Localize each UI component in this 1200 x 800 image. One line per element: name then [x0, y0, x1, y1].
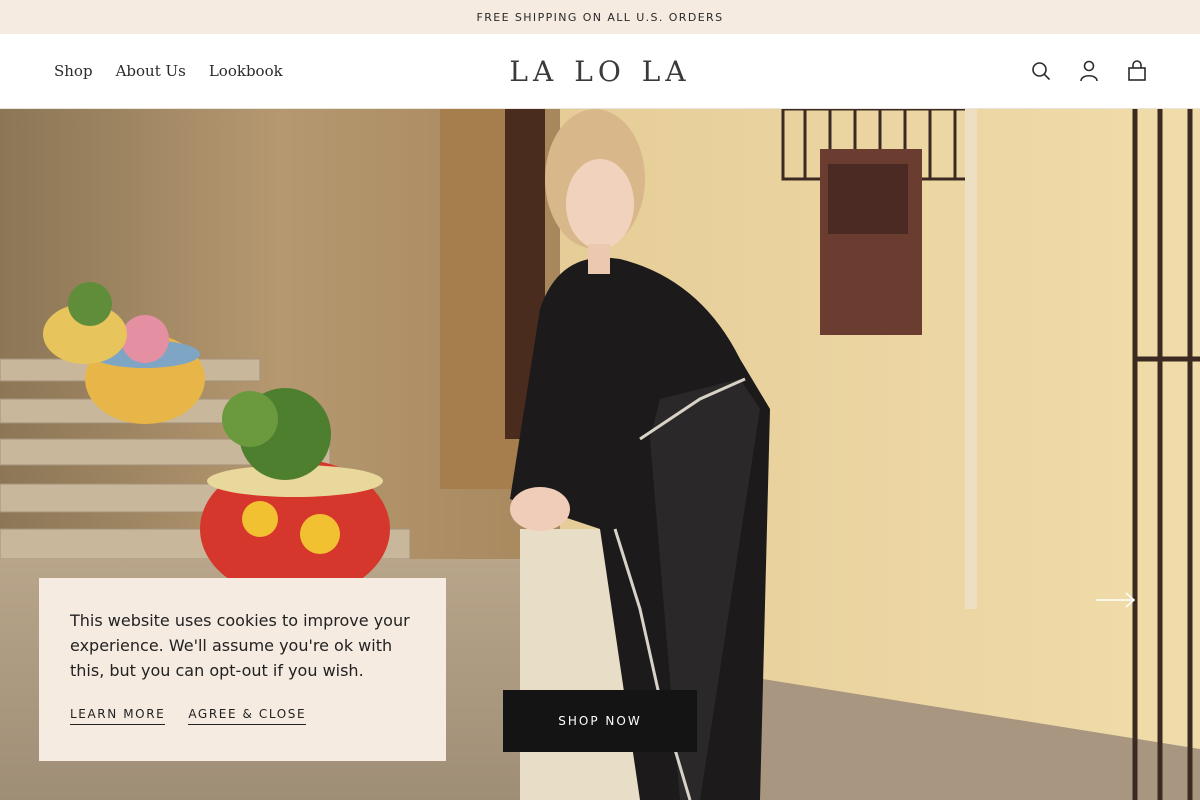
cookie-message: This website uses cookies to improve you…	[70, 611, 410, 680]
cart-icon[interactable]	[1126, 60, 1148, 82]
cookie-banner: This website uses cookies to improve you…	[39, 578, 446, 761]
nav-shop[interactable]: Shop	[54, 62, 93, 80]
main-nav: Shop About Us Lookbook	[54, 34, 283, 108]
header-icons	[1030, 34, 1148, 108]
nav-lookbook[interactable]: Lookbook	[209, 62, 283, 80]
logo-part-1: LA	[509, 54, 559, 88]
logo-part-3: LA	[641, 54, 691, 88]
search-icon[interactable]	[1030, 60, 1052, 82]
learn-more-link[interactable]: LEARN MORE	[70, 707, 166, 725]
nav-about-us[interactable]: About Us	[116, 62, 186, 80]
arrow-right-icon[interactable]	[1094, 588, 1138, 612]
brand-logo[interactable]: LA LO LA	[509, 54, 691, 88]
account-icon[interactable]	[1078, 60, 1100, 82]
shop-now-button[interactable]: SHOP NOW	[503, 690, 697, 752]
logo-part-2: LO	[574, 54, 626, 88]
announcement-bar: FREE SHIPPING ON ALL U.S. ORDERS	[0, 0, 1200, 34]
agree-close-link[interactable]: AGREE & CLOSE	[188, 707, 307, 725]
cookie-actions: LEARN MORE AGREE & CLOSE	[70, 707, 307, 725]
announcement-text: FREE SHIPPING ON ALL U.S. ORDERS	[476, 10, 724, 24]
site-header: Shop About Us Lookbook LA LO LA	[0, 34, 1200, 109]
